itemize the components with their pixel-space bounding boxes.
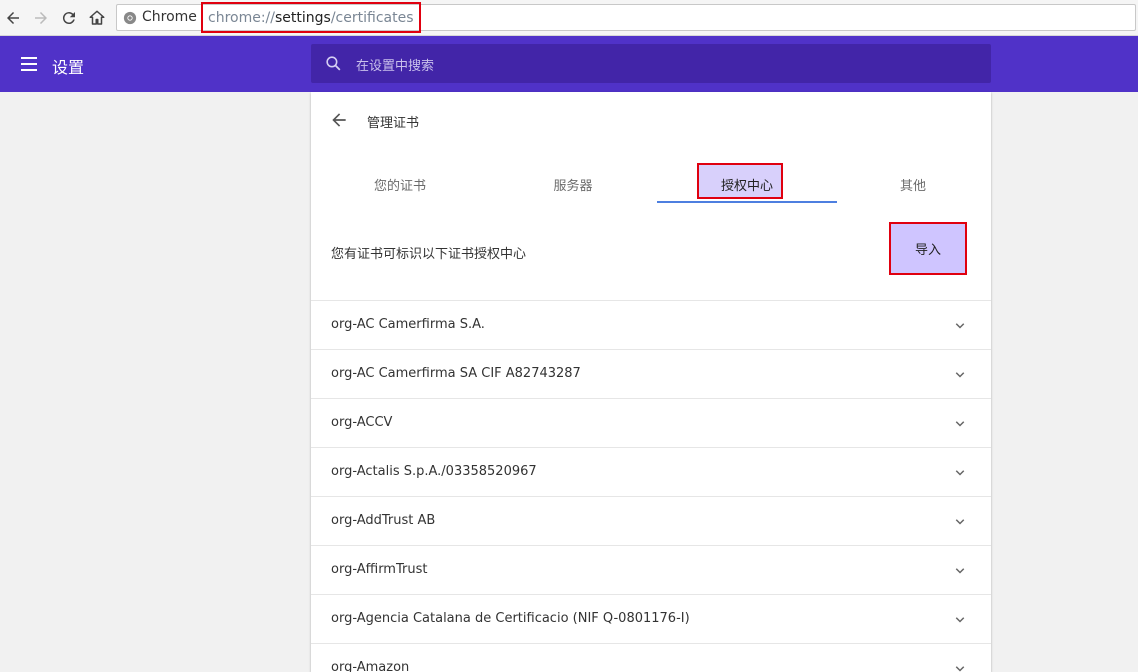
- settings-header: 设置 在设置中搜索: [0, 36, 1138, 92]
- chevron-down-icon[interactable]: [951, 513, 969, 531]
- chevron-down-icon[interactable]: [951, 562, 969, 580]
- chevron-down-icon[interactable]: [951, 660, 969, 672]
- chrome-chip-label: Chrome: [142, 9, 197, 25]
- reload-icon[interactable]: [57, 6, 81, 30]
- list-item[interactable]: org-AddTrust AB: [311, 496, 991, 545]
- authority-name: org-AC Camerfirma S.A.: [331, 317, 485, 332]
- chevron-down-icon[interactable]: [951, 317, 969, 335]
- url-scheme: chrome://: [208, 9, 275, 26]
- authority-name: org-Agencia Catalana de Certificacio (NI…: [331, 611, 690, 626]
- chevron-down-icon[interactable]: [951, 611, 969, 629]
- search-placeholder: 在设置中搜索: [356, 59, 435, 74]
- list-item[interactable]: org-ACCV: [311, 398, 991, 447]
- home-icon[interactable]: [85, 6, 109, 30]
- authority-name: org-Actalis S.p.A./03358520967: [331, 464, 537, 479]
- authority-name: org-AddTrust AB: [331, 513, 436, 528]
- list-item[interactable]: org-Agencia Catalana de Certificacio (NI…: [311, 594, 991, 643]
- list-item[interactable]: org-AC Camerfirma S.A.: [311, 300, 991, 349]
- address-bar[interactable]: Chrome chrome://settings/certificates: [116, 2, 1136, 33]
- tab-authorities[interactable]: 授权中心: [657, 164, 837, 204]
- url-path: /certificates: [330, 9, 414, 26]
- authority-list: org-AC Camerfirma S.A. org-AC Camerfirma…: [311, 300, 991, 672]
- list-item[interactable]: org-Actalis S.p.A./03358520967: [311, 447, 991, 496]
- settings-title: 设置: [52, 58, 85, 77]
- chrome-icon: [123, 11, 137, 25]
- authority-name: org-AffirmTrust: [331, 562, 428, 577]
- back-arrow-icon[interactable]: [329, 110, 349, 130]
- list-item[interactable]: org-AC Camerfirma SA CIF A82743287: [311, 349, 991, 398]
- tab-your-certificates[interactable]: 您的证书: [311, 164, 489, 204]
- tab-underline: [657, 201, 837, 203]
- url-text[interactable]: chrome://settings/certificates: [201, 2, 421, 33]
- import-button[interactable]: 导入: [889, 222, 967, 275]
- browser-toolbar: Chrome chrome://settings/certificates: [0, 0, 1138, 36]
- chevron-down-icon[interactable]: [951, 415, 969, 433]
- manage-certificates-card: 管理证书 您的证书 服务器 授权中心 其他 您有证书可标识以下证书授权中心 导入…: [311, 92, 991, 672]
- list-item[interactable]: org-AffirmTrust: [311, 545, 991, 594]
- list-item[interactable]: org-Amazon: [311, 643, 991, 672]
- back-icon[interactable]: [1, 6, 25, 30]
- chevron-down-icon[interactable]: [951, 366, 969, 384]
- chevron-down-icon[interactable]: [951, 464, 969, 482]
- authority-name: org-AC Camerfirma SA CIF A82743287: [331, 366, 581, 381]
- page-title: 管理证书: [367, 116, 420, 131]
- url-host: settings: [275, 9, 331, 26]
- tab-servers[interactable]: 服务器: [483, 164, 663, 204]
- forward-icon[interactable]: [29, 6, 53, 30]
- authority-name: org-ACCV: [331, 415, 393, 430]
- menu-icon[interactable]: [18, 52, 42, 76]
- settings-search-input[interactable]: 在设置中搜索: [311, 44, 991, 83]
- authority-name: org-Amazon: [331, 660, 410, 672]
- tab-others[interactable]: 其他: [823, 164, 991, 204]
- search-icon: [326, 56, 341, 71]
- authorities-description: 您有证书可标识以下证书授权中心: [331, 247, 527, 262]
